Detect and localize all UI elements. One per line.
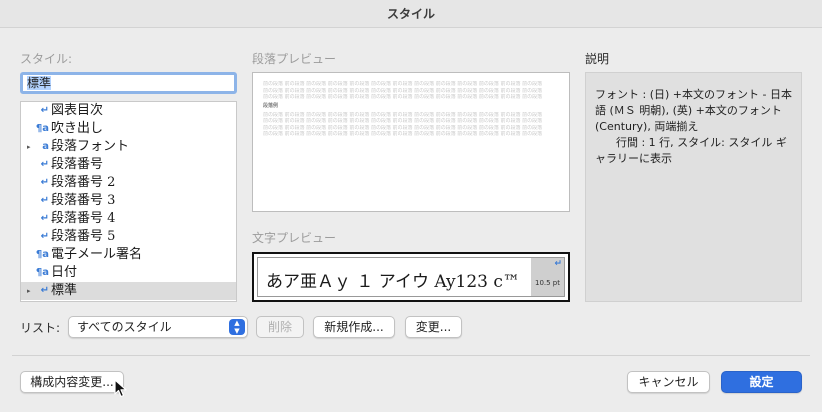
style-item[interactable]: ↵ 段落番号 3 (21, 192, 236, 210)
style-item[interactable]: ↵ 段落番号 4 (21, 210, 236, 228)
description-label: 説明 (585, 52, 610, 66)
preview-filler-line: 前の段落 前の段落 前の段落 前の段落 前の段落 前の段落 前の段落 前の段落 … (263, 94, 543, 100)
paragraph-return-icon: ↵ (40, 177, 49, 188)
list-select-value: すべてのスタイル (77, 320, 172, 334)
cancel-button[interactable]: キャンセル (627, 371, 710, 393)
char-preview-label: 文字プレビュー (252, 231, 337, 245)
style-item-label: 段落番号 (51, 157, 104, 172)
style-name-input[interactable]: 標準 (20, 72, 237, 94)
font-size-value: 10.5 pt (535, 279, 560, 287)
list-label: リスト: (20, 321, 61, 335)
new-style-button[interactable]: 新規作成... (313, 316, 395, 338)
paragraph-return-icon: ↵ (40, 231, 49, 242)
preview-filler-line: 前の段落 前の段落 前の段落 前の段落 前の段落 前の段落 前の段落 前の段落 … (263, 118, 543, 124)
char-preview-frame: あア亜Ａｙ １ アイウ Ay123 c™ ↵ 10.5 pt (257, 257, 565, 297)
style-item[interactable]: ¶a 日付 (21, 264, 236, 282)
style-item-label: 段落フォント (51, 139, 130, 154)
preview-filler-line: 前の段落 前の段落 前の段落 前の段落 前の段落 前の段落 前の段落 前の段落 … (263, 131, 543, 137)
linked-style-icon: ¶a (35, 249, 49, 260)
mouse-pointer-icon (114, 379, 127, 398)
arrow-up-icon: ▲ (234, 319, 240, 327)
paragraph-return-icon: ↵ (40, 213, 49, 224)
disclosure-triangle-icon[interactable]: ▸ (27, 138, 31, 156)
char-preview-text: あア亜Ａｙ １ アイウ Ay123 c™ (266, 272, 520, 292)
paragraph-return-icon: ↵ (40, 285, 49, 296)
style-item[interactable]: ↵ 段落番号 (21, 156, 236, 174)
description-box: フォント : (日) +本文のフォント - 日本語 (ＭＳ 明朝), (英) +… (585, 72, 802, 302)
paragraph-return-icon: ↵ (40, 159, 49, 170)
style-item[interactable]: ¶a 電子メール署名 (21, 246, 236, 264)
style-item[interactable]: ▸ a 段落フォント (21, 138, 236, 156)
style-item-label: 日付 (51, 265, 78, 280)
style-name-value: 標準 (27, 76, 52, 90)
paragraph-return-icon: ↵ (40, 195, 49, 206)
style-item-label: 電子メール署名 (51, 247, 143, 262)
up-down-arrows-icon: ▲ ▼ (229, 319, 245, 335)
list-select[interactable]: すべてのスタイル ▲ ▼ (68, 316, 248, 338)
style-list[interactable]: ↵ 図表目次 ¶a 吹き出し ▸ a 段落フォント ↵ 段落番号 ↵ 段落番号 2 ↵ 段落番号 3 ↵ 段… (20, 101, 237, 302)
style-label: スタイル: (20, 52, 73, 66)
style-item[interactable]: ↵ 段落番号 5 (21, 228, 236, 246)
window-title: スタイル (0, 0, 822, 28)
preview-current-paragraph: 段落例 (263, 102, 279, 109)
style-item-label: 図表目次 (51, 103, 104, 118)
modify-button[interactable]: 変更... (405, 316, 462, 338)
font-size-tab: ↵ 10.5 pt (531, 258, 564, 296)
style-item-label: 段落番号 3 (51, 193, 116, 208)
return-icon: ↵ (554, 259, 562, 269)
style-item[interactable]: ↵ 段落番号 2 (21, 174, 236, 192)
style-item-label: 標準 (51, 283, 78, 298)
preview-filler-line: 前の段落 前の段落 前の段落 前の段落 前の段落 前の段落 前の段落 前の段落 … (263, 81, 543, 87)
organizer-button[interactable]: 構成内容変更... (20, 371, 124, 393)
style-item[interactable]: ¶a 吹き出し (21, 120, 236, 138)
paragraph-preview: 前の段落 前の段落 前の段落 前の段落 前の段落 前の段落 前の段落 前の段落 … (252, 72, 570, 212)
style-item-label: 段落番号 2 (51, 175, 116, 190)
style-item[interactable]: ↵ 図表目次 (21, 102, 236, 120)
style-item[interactable]: ▸ ↵ 標準 (21, 282, 236, 300)
disclosure-triangle-icon[interactable]: ▸ (27, 282, 31, 300)
char-preview: あア亜Ａｙ １ アイウ Ay123 c™ ↵ 10.5 pt (252, 252, 570, 302)
character-style-icon: a (42, 141, 49, 152)
apply-button[interactable]: 設定 (721, 371, 802, 393)
delete-button[interactable]: 削除 (256, 316, 304, 338)
divider (12, 355, 810, 356)
linked-style-icon: ¶a (35, 123, 49, 134)
style-item-label: 吹き出し (51, 121, 104, 136)
style-item-label: 段落番号 5 (51, 229, 116, 244)
paragraph-preview-label: 段落プレビュー (252, 52, 337, 66)
arrow-down-icon: ▼ (234, 327, 240, 335)
paragraph-return-icon: ↵ (40, 105, 49, 116)
linked-style-icon: ¶a (35, 267, 49, 278)
style-item-label: 段落番号 4 (51, 211, 116, 226)
